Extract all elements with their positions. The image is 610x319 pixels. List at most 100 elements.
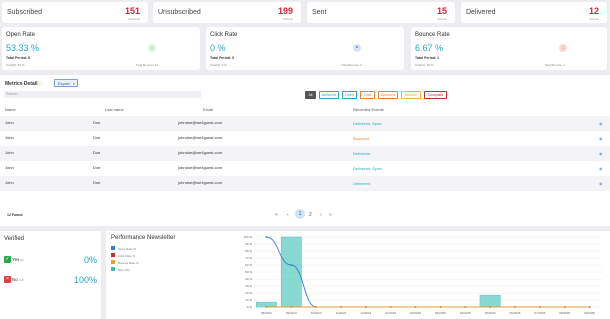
rate-footer-left: Total(0): 0 % [210, 63, 227, 67]
cell-events: Delivered, Open [353, 166, 382, 171]
x-tick-label: 07/2025 [534, 311, 545, 315]
legend-swatch [111, 246, 115, 250]
data-point [414, 306, 417, 308]
rate-percent: 0 % [210, 43, 226, 53]
page-2-button[interactable]: 2 [309, 212, 312, 218]
trend-up-icon: ↑ [148, 44, 156, 52]
cell-name: John [5, 150, 14, 155]
x-tick-label: 08/2025 [559, 311, 570, 315]
search-input[interactable]: Search... [4, 91, 201, 98]
stat-value: 199 [277, 6, 293, 16]
yes-label: Yes [12, 257, 20, 262]
chart-legend: Open Rate % Click Rate % Bounce Rate % S… [111, 246, 139, 274]
x-tick-label: 09/2024 [286, 311, 297, 315]
legend-label: Bounce Rate % [118, 261, 139, 265]
row-expand-icon[interactable]: ◉ [599, 151, 603, 156]
yes-count: (0) [20, 258, 24, 262]
cell-last-name: Doe [93, 150, 101, 155]
table-row[interactable]: John Doe johndoe@we4guest.com Delivered … [0, 176, 610, 191]
bounce-rate-card: Bounce Rate 6.67 % Total Period: 1 Total… [411, 27, 607, 70]
rate-footer-right: Total Bounce: 1 [544, 63, 565, 67]
rate-footer-left: Total(8): 53 % [6, 63, 25, 67]
y-tick-label: 20 % [245, 291, 252, 295]
x-tick-label: 03/2025 [435, 311, 446, 315]
rate-title: Bounce Rate [415, 32, 450, 38]
column-email: Email [203, 107, 214, 112]
y-tick-label: 30 % [245, 284, 252, 288]
filter-delivered-button[interactable]: Delivered [319, 91, 339, 99]
legend-swatch [111, 260, 115, 264]
rate-total: Total Period: 8 [6, 56, 31, 60]
cell-events: Bounced [353, 136, 369, 141]
cell-name: John [5, 165, 14, 170]
cell-events: Delivered [353, 151, 370, 156]
rate-footer-left: Total(1): 25 % [415, 63, 434, 67]
filter-bounced-button[interactable]: Bounced [378, 91, 398, 99]
data-point [563, 306, 566, 308]
filter-open-button[interactable]: Open [342, 91, 357, 99]
yes-percent: 0% [83, 255, 97, 265]
page-1-button[interactable]: 1 [295, 209, 305, 219]
filter-label: All [308, 93, 313, 97]
x-tick-label: 02/2025 [410, 311, 421, 315]
row-expand-icon[interactable]: ◉ [599, 166, 603, 171]
filter-label: Open [345, 93, 354, 97]
y-tick-label: 50 % [245, 270, 252, 274]
filter-complaint-button[interactable]: Complaint [424, 91, 447, 99]
column-name: Name [5, 107, 16, 112]
cell-last-name: Doe [93, 165, 101, 170]
legend-item: Bounce Rate % [111, 260, 139, 267]
filter-bounce-button[interactable]: Bounce [401, 91, 421, 99]
y-tick-label: 80 % [245, 249, 252, 253]
table-row[interactable]: John Doe johndoe@we4guest.com Delivered,… [0, 116, 610, 131]
x-tick-label: 09/2025 [584, 311, 595, 315]
cell-last-name: Doe [93, 135, 101, 140]
filter-all-button[interactable]: All [305, 91, 316, 99]
next-page-button[interactable]: › [320, 212, 322, 218]
cell-last-name: Doe [93, 180, 101, 185]
table-row[interactable]: John Doe johndoe@we4guest.com Delivered … [0, 146, 610, 161]
data-point [265, 236, 268, 238]
stat-sub: All time [589, 17, 599, 21]
filter-label: Bounce [405, 93, 417, 97]
legend-item: Sent (%) [111, 267, 139, 274]
stat-value: 151 [124, 6, 140, 16]
cell-email: johndoe@we4guest.com [178, 180, 223, 185]
cell-name: John [5, 120, 14, 125]
legend-label: Click Rate % [118, 254, 136, 258]
stat-card-subscribed: Subscribed 151 Add total [2, 2, 148, 23]
row-expand-icon[interactable]: ◉ [599, 181, 603, 186]
legend-label: Open Rate % [118, 247, 137, 251]
prev-page-button[interactable]: ‹ [287, 212, 289, 218]
stat-value: 15 [436, 6, 447, 16]
data-point [340, 306, 342, 308]
x-tick-label: 08/2024 [261, 311, 272, 315]
last-page-button[interactable]: » [329, 212, 332, 218]
cell-email: johndoe@we4guest.com [178, 120, 223, 125]
metrics-title: Metrics Detail [5, 81, 38, 87]
rate-title: Click Rate [210, 32, 238, 38]
y-tick-label: 0 % [247, 305, 253, 309]
stat-sub: All time [437, 17, 447, 21]
stat-sub: Lifetime [282, 17, 293, 21]
data-point [464, 306, 467, 308]
row-expand-icon[interactable]: ◉ [599, 136, 603, 141]
no-label: No [12, 277, 18, 282]
data-point [315, 306, 318, 308]
column-last-name: Last name [105, 107, 124, 112]
first-page-button[interactable]: « [275, 212, 278, 218]
bounce-icon: ↓ [559, 44, 567, 52]
rate-percent: 53.33 % [6, 43, 40, 53]
rate-total: Total Period: 0 [210, 56, 235, 60]
data-point [489, 306, 492, 308]
cell-email: johndoe@we4guest.com [178, 135, 223, 140]
verified-title: Verified [4, 236, 25, 242]
table-row[interactable]: John Doe johndoe@we4guest.com Bounced ◉ [0, 131, 610, 146]
data-point [265, 306, 268, 308]
verified-card: Verified ✓ Yes (0) 0% × No (12) 100% [0, 231, 101, 319]
export-button[interactable]: Export × [54, 79, 78, 87]
row-expand-icon[interactable]: ◉ [599, 121, 603, 126]
table-row[interactable]: John Doe johndoe@we4guest.com Delivered,… [0, 161, 610, 176]
filter-label: Bounced [381, 93, 395, 97]
filter-click-button[interactable]: Click [360, 91, 375, 99]
